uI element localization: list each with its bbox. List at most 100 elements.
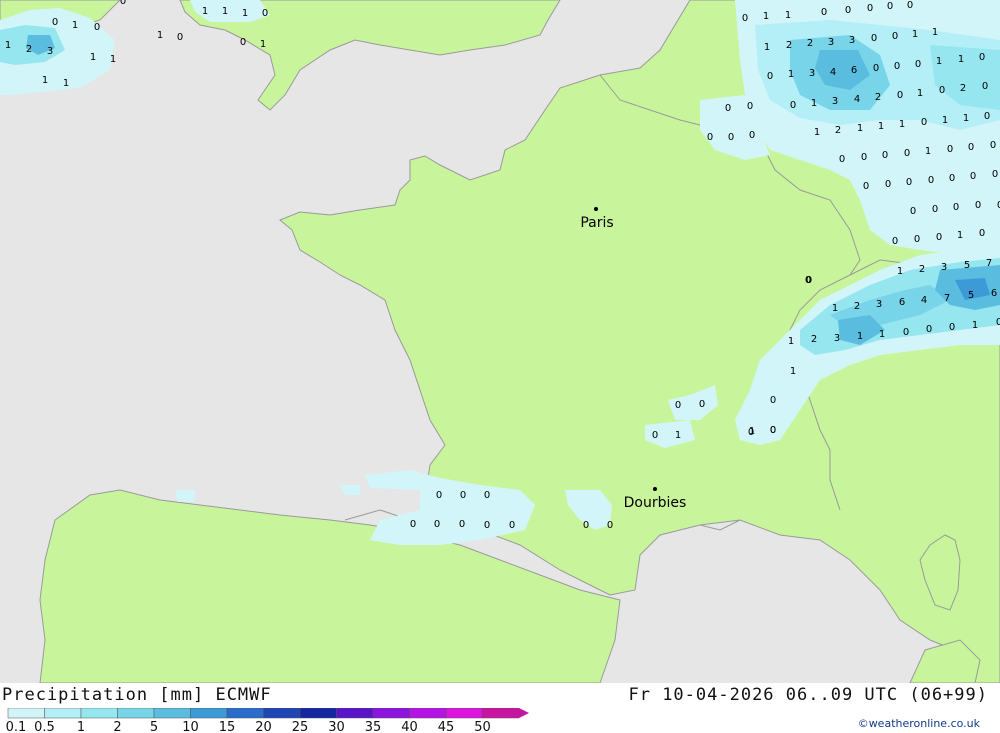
value-label: 1 xyxy=(899,119,905,130)
legend-swatch xyxy=(80,708,118,719)
legend-arrow xyxy=(519,708,529,718)
value-label: 0 xyxy=(436,490,442,501)
value-label: 0 xyxy=(749,130,755,141)
value-label: 6 xyxy=(991,288,997,299)
value-label: 1 xyxy=(242,8,248,19)
value-label: 0 xyxy=(790,100,796,111)
value-label: 0 xyxy=(120,0,126,7)
value-label: 5 xyxy=(964,260,970,271)
value-label: 2 xyxy=(811,334,817,345)
value-label: 0 xyxy=(410,519,416,530)
value-label: 0 xyxy=(767,71,773,82)
value-label: 1 xyxy=(936,56,942,67)
value-label: 3 xyxy=(809,68,815,79)
value-label: 0 xyxy=(52,17,58,28)
value-label: 1 xyxy=(90,52,96,63)
city-marker xyxy=(653,487,657,491)
value-label: 2 xyxy=(854,301,860,312)
legend-label: 1 xyxy=(77,720,85,733)
value-label: 0 xyxy=(953,202,959,213)
value-label: 1 xyxy=(749,426,755,437)
value-label: 1 xyxy=(857,123,863,134)
value-label: 0 xyxy=(725,103,731,114)
value-label: 1 xyxy=(202,6,208,17)
value-label: 1 xyxy=(42,75,48,86)
value-label: 0 xyxy=(915,59,921,70)
value-label: 1 xyxy=(932,27,938,38)
value-label: 0 xyxy=(839,154,845,165)
legend-label: 25 xyxy=(292,720,309,733)
value-label: 1 xyxy=(763,11,769,22)
value-label: 2 xyxy=(960,83,966,94)
value-label: 1 xyxy=(878,121,884,132)
value-label: 7 xyxy=(986,258,992,269)
value-label: 0 xyxy=(583,520,589,531)
value-label: 7 xyxy=(944,293,950,304)
value-label: 3 xyxy=(849,35,855,46)
value-label: 0 xyxy=(262,8,268,19)
value-label: 0 xyxy=(892,236,898,247)
value-label: 1 xyxy=(788,336,794,347)
legend-swatch xyxy=(190,708,228,719)
value-label: 0 xyxy=(871,33,877,44)
legend-swatch xyxy=(409,708,447,719)
value-label: 6 xyxy=(899,297,905,308)
value-label: 1 xyxy=(785,10,791,21)
value-label: 0 xyxy=(607,520,613,531)
value-label: 0 xyxy=(728,132,734,143)
value-label: 0 xyxy=(910,206,916,217)
value-label: 0 xyxy=(873,63,879,74)
value-label: 0 xyxy=(867,3,873,14)
value-label: 0 xyxy=(992,169,998,180)
value-label: 5 xyxy=(968,290,974,301)
value-label: 1 xyxy=(832,303,838,314)
value-label: 0 xyxy=(932,204,938,215)
value-label: 0 xyxy=(699,399,705,410)
value-label: 0 xyxy=(914,234,920,245)
value-label: 0 xyxy=(707,132,713,143)
value-label: 0 xyxy=(936,232,942,243)
value-label: 1 xyxy=(675,430,681,441)
legend-swatch xyxy=(44,708,82,719)
value-label: 0 xyxy=(897,90,903,101)
value-label: 3 xyxy=(47,46,53,57)
credit-link[interactable]: ©weatheronline.co.uk xyxy=(858,717,980,730)
value-label: 2 xyxy=(919,264,925,275)
map-title: Precipitation [mm] ECMWF xyxy=(2,685,272,705)
value-label: 1 xyxy=(260,39,266,50)
value-label: 0 xyxy=(652,430,658,441)
value-label: 3 xyxy=(876,299,882,310)
value-label: 0 xyxy=(982,81,988,92)
value-label: 1 xyxy=(5,40,11,51)
value-label: 1 xyxy=(110,54,116,65)
value-label: 0 xyxy=(979,52,985,63)
value-label: 2 xyxy=(26,44,32,55)
value-label: 0 xyxy=(887,1,893,12)
value-label: 0 xyxy=(863,181,869,192)
legend-label: 35 xyxy=(365,720,382,733)
value-label: 3 xyxy=(941,262,947,273)
value-label: 1 xyxy=(912,29,918,40)
value-label: 0 xyxy=(861,152,867,163)
value-label: 1 xyxy=(63,78,69,89)
value-label: 2 xyxy=(807,38,813,49)
value-label: 1 xyxy=(942,115,948,126)
city-marker xyxy=(594,207,598,211)
value-label: 0 xyxy=(926,324,932,335)
value-label: 1 xyxy=(811,98,817,109)
value-label: 1 xyxy=(957,230,963,241)
value-label: 0 xyxy=(484,490,490,501)
legend-swatch xyxy=(336,708,374,719)
value-label: 4 xyxy=(854,94,860,105)
value-label: 0 xyxy=(990,140,996,151)
legend-label: 45 xyxy=(438,720,455,733)
legend-color-bar xyxy=(7,708,529,719)
value-label: 1 xyxy=(72,20,78,31)
value-label: 0 xyxy=(460,490,466,501)
legend-swatch xyxy=(299,708,337,719)
legend-label: 0.5 xyxy=(34,720,55,733)
legend-label: 40 xyxy=(401,720,418,733)
value-label: 0 xyxy=(484,520,490,531)
value-label: 0 xyxy=(996,317,1000,328)
value-label: 0 xyxy=(821,7,827,18)
